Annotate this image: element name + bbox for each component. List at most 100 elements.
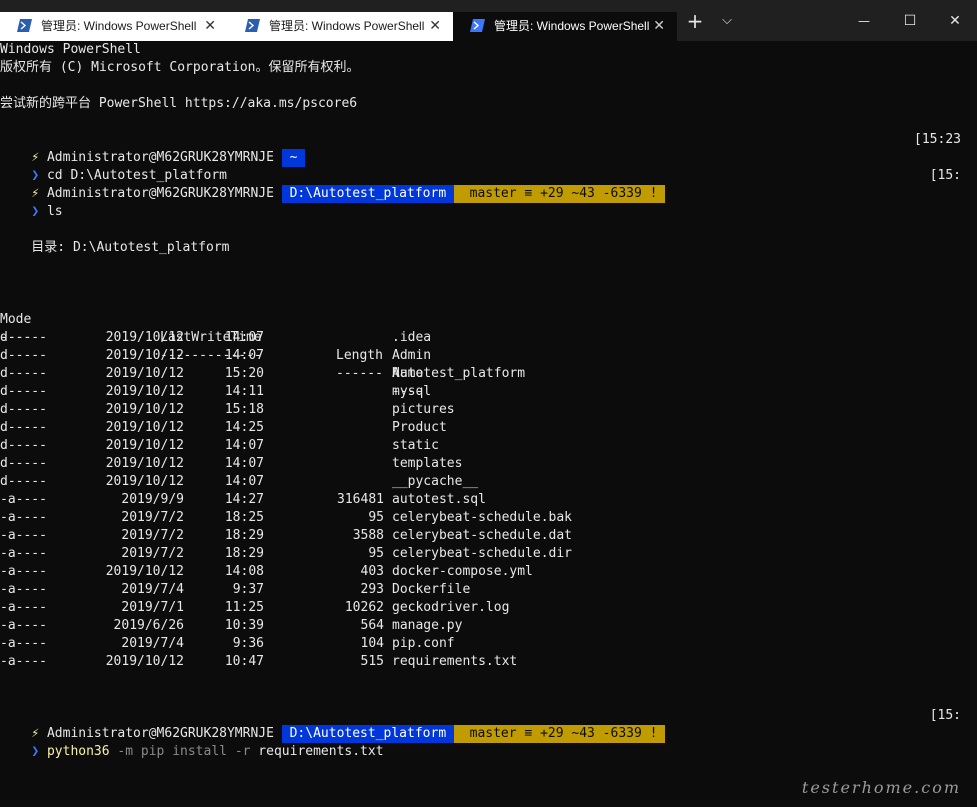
cell-date: 2019/10/12 bbox=[105, 420, 184, 435]
cell-time: 9:37 bbox=[232, 582, 264, 597]
tab-bar: 管理员: Windows PowerShell ✕ 管理员: Windows P… bbox=[0, 0, 977, 41]
minimize-button[interactable]: — bbox=[842, 0, 886, 41]
table-row: -a---- 2019/7/2 18:29 95 celerybeat-schedule… bbox=[0, 545, 977, 563]
cell-date: 2019/10/12 bbox=[105, 654, 184, 669]
tab-close-icon[interactable]: ✕ bbox=[653, 18, 665, 34]
table-row: -a---- 2019/7/4 9:36 104 pip.conf bbox=[0, 635, 977, 653]
powershell-icon bbox=[470, 19, 485, 32]
prompt-path: ~ bbox=[281, 149, 306, 167]
git-branch-icon bbox=[453, 725, 462, 743]
cell-name: __pycache__ bbox=[392, 474, 479, 489]
git-branch-icon bbox=[453, 185, 462, 203]
prompt-line: ⚡ Administrator@M62GRUK28YMRNJE D:\Autot… bbox=[0, 167, 666, 203]
table-row: -a---- 2019/7/4 9:37 293 Dockerfile bbox=[0, 581, 977, 599]
prompt-arrow-icon: ❯ bbox=[31, 204, 40, 219]
cell-mode: d----- bbox=[0, 402, 47, 417]
cell-name: Admin bbox=[392, 348, 432, 363]
command-file-argument: requirements.txt bbox=[250, 744, 384, 759]
cell-name: geckodriver.log bbox=[392, 600, 510, 615]
table-row: -a---- 2019/10/12 10:47 515 requirements.txt bbox=[0, 653, 977, 671]
prompt-user: Administrator@M62GRUK28YMRNJE bbox=[39, 186, 282, 201]
cell-name: autotest.sql bbox=[392, 492, 486, 507]
table-row: -a---- 2019/9/9 14:27 316481 autotest.sql bbox=[0, 491, 977, 509]
cell-date: 2019/10/12 bbox=[105, 384, 184, 399]
tab-title: 管理员: Windows PowerShell bbox=[269, 19, 425, 33]
cell-date: 2019/7/1 bbox=[121, 600, 184, 615]
cell-mode: -a---- bbox=[0, 528, 47, 543]
cell-time: 14:07 bbox=[224, 474, 264, 489]
cell-time: 14:07 bbox=[224, 330, 264, 345]
command-executable: python36 bbox=[39, 744, 110, 759]
git-status: master ≡ +29 ~43 -6339 ! bbox=[461, 725, 666, 743]
cell-length: 515 bbox=[360, 654, 384, 669]
maximize-button[interactable]: ☐ bbox=[888, 0, 932, 41]
cell-time: 14:07 bbox=[224, 438, 264, 453]
cell-date: 2019/10/12 bbox=[105, 564, 184, 579]
cell-name: pip.conf bbox=[392, 636, 455, 651]
prompt-path: D:\Autotest_platform bbox=[281, 185, 454, 203]
cell-mode: -a---- bbox=[0, 600, 47, 615]
prompt-arrow-icon: ❯ bbox=[31, 744, 40, 759]
cell-name: Product bbox=[392, 420, 447, 435]
cell-time: 9:36 bbox=[232, 636, 264, 651]
cell-name: static bbox=[392, 438, 439, 453]
cell-time: 18:29 bbox=[224, 528, 264, 543]
cell-name: mysql bbox=[392, 384, 432, 399]
prompt-time: [15: bbox=[929, 708, 961, 723]
cell-mode: -a---- bbox=[0, 564, 47, 579]
cell-date: 2019/7/4 bbox=[121, 636, 184, 651]
cell-mode: -a---- bbox=[0, 510, 47, 525]
command-line: ❯ cd D:\Autotest_platform bbox=[0, 149, 227, 183]
cell-time: 10:39 bbox=[224, 618, 264, 633]
tab-powershell-3-active[interactable]: 管理员: Windows PowerShell ✕ bbox=[453, 12, 677, 41]
table-row: -a---- 2019/6/26 10:39 564 manage.py bbox=[0, 617, 977, 635]
close-window-button[interactable]: ✕ bbox=[933, 0, 977, 41]
table-row: d----- 2019/10/12 14:25 Product bbox=[0, 419, 977, 437]
cell-time: 14:08 bbox=[224, 564, 264, 579]
cell-mode: d----- bbox=[0, 474, 47, 489]
tab-close-icon[interactable]: ✕ bbox=[204, 18, 216, 34]
cell-mode: d----- bbox=[0, 330, 47, 345]
tab-powershell-2[interactable]: 管理员: Windows PowerShell ✕ bbox=[228, 12, 453, 41]
terminal-output[interactable]: Windows PowerShell 版权所有 (C) Microsoft Co… bbox=[0, 41, 977, 807]
cell-mode: -a---- bbox=[0, 582, 47, 597]
cell-date: 2019/7/4 bbox=[121, 582, 184, 597]
table-row: -a---- 2019/7/2 18:25 95 celerybeat-schedule… bbox=[0, 509, 977, 527]
cell-mode: d----- bbox=[0, 384, 47, 399]
cell-mode: d----- bbox=[0, 366, 47, 381]
command-text: ls bbox=[39, 204, 63, 219]
tab-dropdown-icon[interactable]: ⌵ bbox=[712, 0, 742, 41]
prompt-time: [15: bbox=[929, 168, 961, 183]
new-tab-button[interactable]: + bbox=[680, 0, 710, 41]
tab-powershell-1[interactable]: 管理员: Windows PowerShell ✕ bbox=[0, 12, 228, 41]
watermark: testerhome.com bbox=[801, 778, 961, 797]
cell-name: celerybeat-schedule.bak bbox=[392, 510, 573, 525]
powershell-icon bbox=[17, 19, 32, 32]
cell-date: 2019/10/12 bbox=[105, 402, 184, 417]
prompt-time: [15:23 bbox=[914, 132, 961, 147]
cell-name: Dockerfile bbox=[392, 582, 471, 597]
cell-mode: -a---- bbox=[0, 654, 47, 669]
cell-date: 2019/7/2 bbox=[121, 528, 184, 543]
tab-close-icon[interactable]: ✕ bbox=[429, 18, 441, 34]
cell-name: docker-compose.yml bbox=[392, 564, 533, 579]
git-status: master ≡ +29 ~43 -6339 ! bbox=[461, 185, 666, 203]
table-row: d----- 2019/10/12 14:07 Admin bbox=[0, 347, 977, 365]
cell-date: 2019/10/12 bbox=[105, 348, 184, 363]
cell-name: requirements.txt bbox=[392, 654, 518, 669]
cell-name: .idea bbox=[392, 330, 432, 345]
cell-length: 293 bbox=[360, 582, 384, 597]
cell-length: 10262 bbox=[344, 600, 384, 615]
cell-time: 15:20 bbox=[224, 366, 264, 381]
cell-length: 3588 bbox=[352, 528, 384, 543]
command-line[interactable]: ❯ python36 -m pip install -r requirement… bbox=[0, 725, 383, 759]
listing-header: Mode LastWriteTime Length Name bbox=[0, 293, 977, 381]
cell-mode: -a---- bbox=[0, 492, 47, 507]
cell-time: 15:18 bbox=[224, 402, 264, 417]
cell-date: 2019/10/12 bbox=[105, 366, 184, 381]
table-row: -a---- 2019/7/1 11:25 10262 geckodriver.log bbox=[0, 599, 977, 617]
cell-date: 2019/7/2 bbox=[121, 510, 184, 525]
cell-mode: d----- bbox=[0, 420, 47, 435]
table-row: d----- 2019/10/12 14:11 mysql bbox=[0, 383, 977, 401]
cell-mode: d----- bbox=[0, 438, 47, 453]
